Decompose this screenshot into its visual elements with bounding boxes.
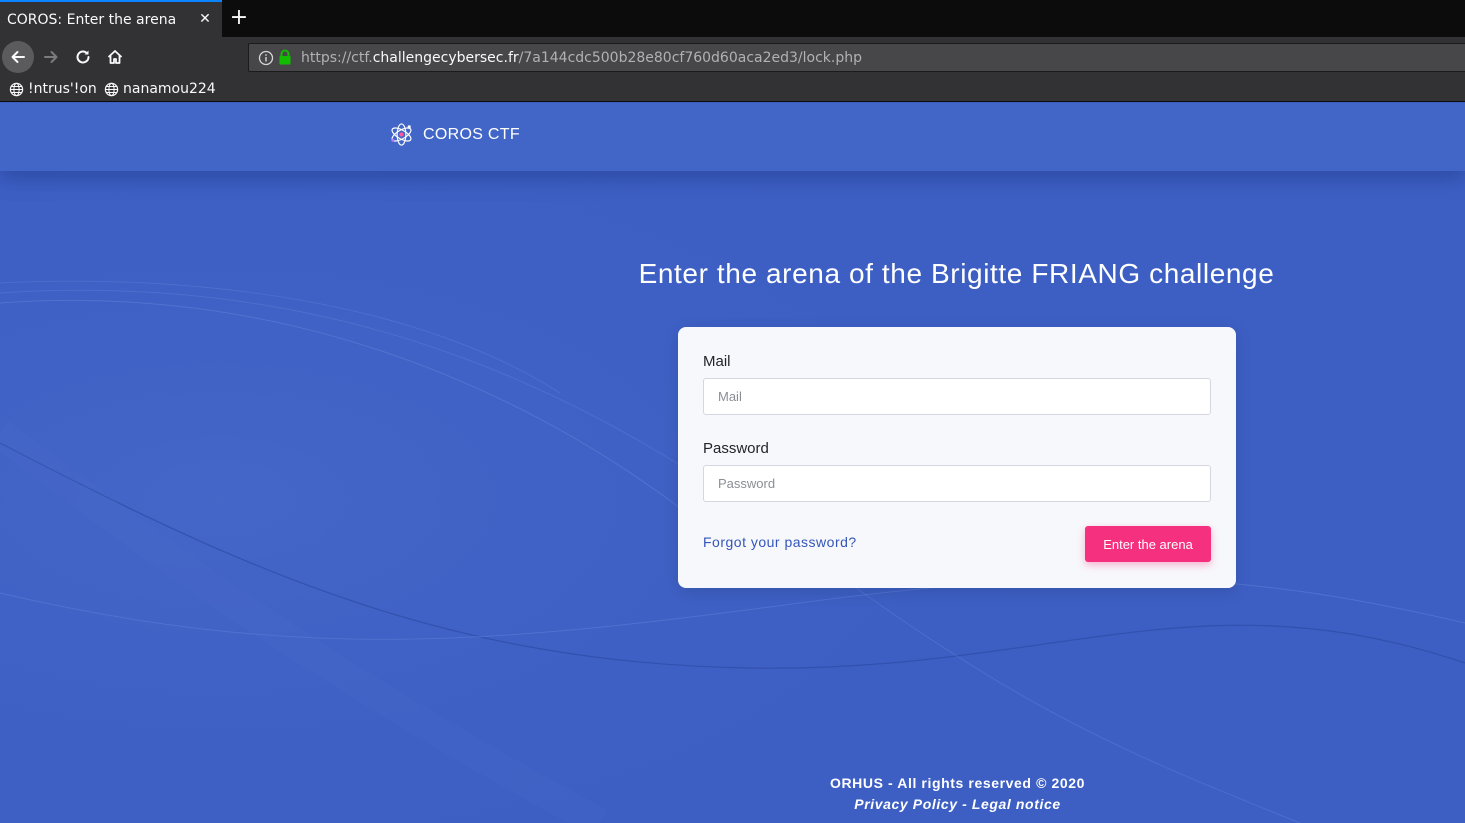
bookmark-label: !ntrus'!on — [28, 81, 97, 97]
site-header: COROS CTF — [0, 103, 1465, 171]
url-text[interactable]: https://ctf.challengecybersec.fr/7a144cd… — [301, 50, 862, 66]
tab-title: COROS: Enter the arena — [7, 12, 177, 28]
reload-icon — [76, 50, 90, 64]
mail-label: Mail — [703, 353, 731, 370]
brand-name: COROS CTF — [423, 125, 520, 143]
globe-icon — [9, 82, 24, 96]
forgot-password-link[interactable]: Forgot your password? — [703, 534, 857, 550]
footer-legal-links[interactable]: Privacy Policy - Legal notice — [0, 796, 1465, 812]
arrow-right-icon — [44, 51, 58, 63]
url-bar[interactable]: https://ctf.challengecybersec.fr/7a144cd… — [248, 43, 1465, 72]
reload-button[interactable] — [67, 41, 99, 73]
page-title: Enter the arena of the Brigitte FRIANG c… — [638, 258, 1275, 289]
forward-button[interactable] — [35, 41, 67, 73]
home-button[interactable] — [99, 41, 131, 73]
lock-icon[interactable] — [278, 49, 292, 66]
info-icon[interactable] — [258, 50, 274, 66]
password-input[interactable] — [703, 465, 1211, 502]
browser-tab-active[interactable]: COROS: Enter the arena ✕ — [0, 0, 222, 37]
url-host: challengecybersec.fr — [372, 50, 519, 66]
web-page: COROS CTF Enter the arena of the Brigitt… — [0, 103, 1465, 823]
bookmark-item[interactable]: !ntrus'!on — [9, 80, 97, 98]
atom-logo-icon — [391, 123, 412, 146]
url-path: /7a144cdc500b28e80cf760d60aca2ed3/lock.p… — [518, 50, 862, 66]
globe-icon — [104, 82, 119, 96]
back-button[interactable] — [2, 41, 34, 73]
browser-tab-bar: COROS: Enter the arena ✕ + — [0, 0, 1465, 37]
login-card: Mail Password Forgot your password? Ente… — [678, 327, 1236, 588]
bookmarks-toolbar: !ntrus'!on nanamou224 — [0, 77, 1465, 102]
bookmark-item[interactable]: nanamou224 — [104, 80, 216, 98]
footer-copyright: ORHUS - All rights reserved © 2020 — [829, 775, 1086, 791]
url-prefix: https://ctf. — [301, 50, 373, 66]
enter-arena-button[interactable]: Enter the arena — [1085, 526, 1211, 562]
new-tab-icon[interactable]: + — [229, 7, 249, 29]
tab-close-icon[interactable]: ✕ — [196, 10, 214, 28]
bookmark-label: nanamou224 — [123, 81, 216, 97]
password-label: Password — [703, 440, 769, 457]
home-icon — [107, 50, 123, 64]
mail-input[interactable] — [703, 378, 1211, 415]
arrow-left-icon — [11, 51, 25, 63]
brand[interactable]: COROS CTF — [388, 121, 520, 148]
